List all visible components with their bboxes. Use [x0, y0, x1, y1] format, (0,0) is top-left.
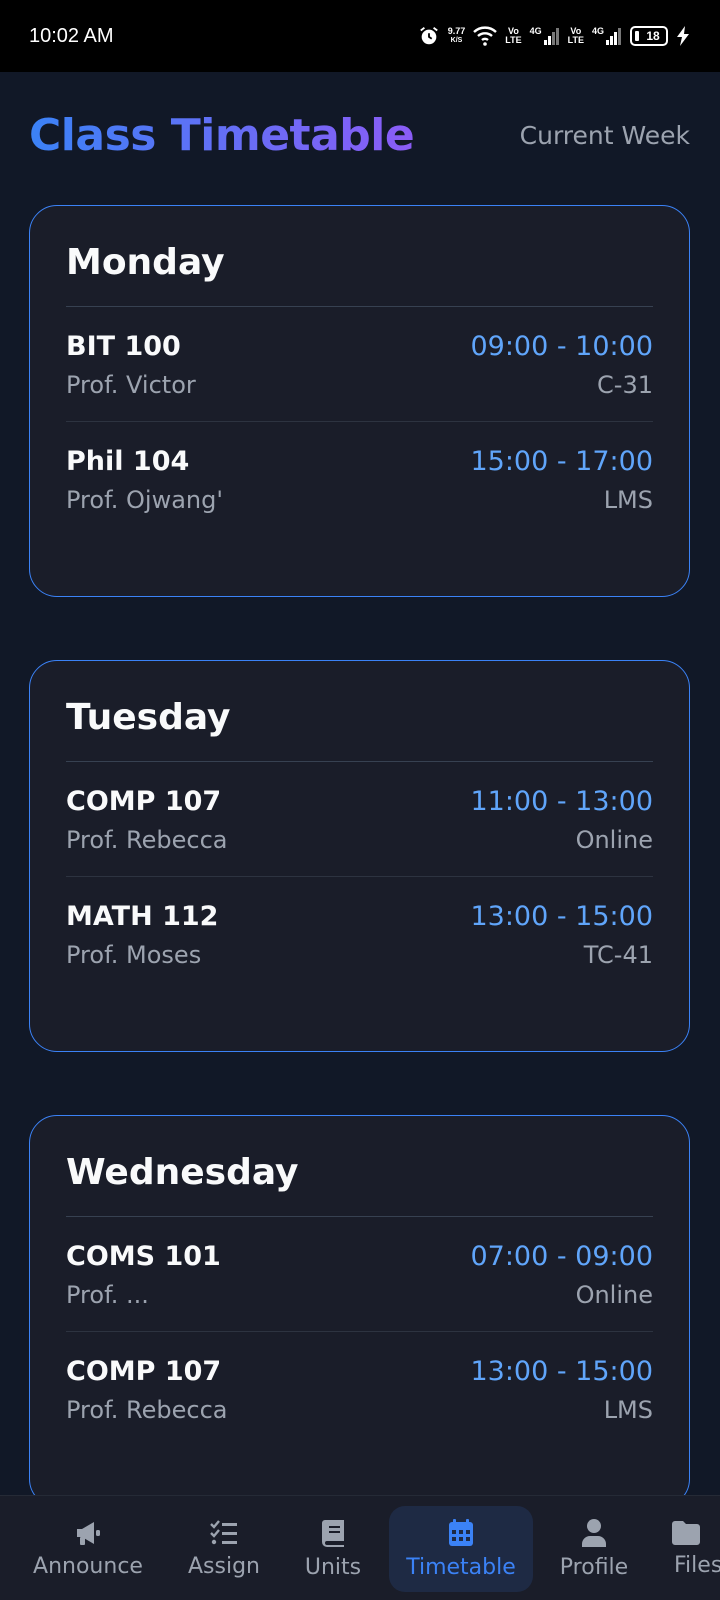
class-room: LMS	[603, 486, 653, 514]
day-card-monday: Monday BIT 100 Prof. Victor 09:00 - 10:0…	[29, 205, 690, 597]
nav-item-timetable[interactable]: Timetable	[389, 1506, 533, 1592]
bottom-nav: Announce Assign Units Timetable Profile …	[0, 1495, 720, 1600]
net-speed: 9.77 K/S	[447, 26, 466, 45]
class-time: 09:00 - 10:00	[470, 331, 653, 362]
professor-name: Prof. Rebecca	[66, 1396, 228, 1424]
volte-indicator-2: Vo LTE	[567, 26, 584, 45]
course-code: MATH 112	[66, 901, 219, 932]
nav-item-files[interactable]: Files	[664, 1506, 720, 1592]
book-icon	[322, 1519, 344, 1547]
professor-name: Prof. Ojwang'	[66, 486, 223, 514]
day-card-wednesday: Wednesday COMS 101 Prof. ... 07:00 - 09:…	[29, 1115, 690, 1507]
class-time: 11:00 - 13:00	[470, 786, 653, 817]
volte-indicator-1: Vo LTE	[505, 26, 522, 45]
class-row[interactable]: COMP 107 Prof. Rebecca 11:00 - 13:00 Onl…	[66, 762, 653, 877]
megaphone-icon	[77, 1521, 100, 1545]
professor-name: Prof. Victor	[66, 371, 196, 399]
week-label[interactable]: Current Week	[520, 121, 690, 150]
class-room: C-31	[597, 371, 653, 399]
day-title: Tuesday	[66, 661, 653, 762]
course-code: BIT 100	[66, 331, 181, 362]
class-time: 15:00 - 17:00	[470, 446, 653, 477]
signal-bars-icon	[543, 28, 559, 45]
course-code: Phil 104	[66, 446, 190, 477]
class-room: LMS	[603, 1396, 653, 1424]
class-room: Online	[575, 1281, 653, 1309]
class-row[interactable]: MATH 112 Prof. Moses 13:00 - 15:00 TC-41	[66, 877, 653, 992]
charging-bolt-icon	[677, 26, 689, 46]
signal-1: 4G	[530, 27, 560, 45]
nav-label: Files	[674, 1552, 720, 1578]
calendar-icon	[449, 1518, 473, 1546]
alarm-icon	[419, 27, 438, 45]
class-time: 13:00 - 15:00	[470, 901, 653, 932]
nav-label: Profile	[559, 1554, 629, 1580]
professor-name: Prof. Rebecca	[66, 826, 228, 854]
course-code: COMP 107	[66, 1356, 222, 1387]
professor-name: Prof. Moses	[66, 941, 202, 969]
class-row[interactable]: COMS 101 Prof. ... 07:00 - 09:00 Online	[66, 1217, 653, 1332]
class-room: TC-41	[583, 941, 653, 969]
nav-item-announce[interactable]: Announce	[20, 1506, 156, 1592]
nav-label: Units	[304, 1554, 362, 1580]
class-room: Online	[575, 826, 653, 854]
professor-name: Prof. ...	[66, 1281, 149, 1309]
status-bar: 10:02 AM 9.77 K/S Vo LTE 4G Vo LTE 4G 18	[0, 0, 720, 72]
status-icons: 9.77 K/S Vo LTE 4G Vo LTE 4G 18	[418, 25, 690, 47]
day-card-tuesday: Tuesday COMP 107 Prof. Rebecca 11:00 - 1…	[29, 660, 690, 1052]
course-code: COMP 107	[66, 786, 222, 817]
course-code: COMS 101	[66, 1241, 221, 1272]
nav-item-profile[interactable]: Profile	[548, 1506, 640, 1592]
day-title: Monday	[66, 206, 653, 307]
nav-item-assign[interactable]: Assign	[176, 1506, 272, 1592]
nav-label: Assign	[188, 1553, 260, 1579]
signal-2: 4G	[592, 27, 622, 45]
class-time: 13:00 - 15:00	[470, 1356, 653, 1387]
class-row[interactable]: BIT 100 Prof. Victor 09:00 - 10:00 C-31	[66, 307, 653, 422]
folder-icon	[672, 1520, 700, 1545]
page-header: Class Timetable Current Week	[29, 100, 690, 170]
class-row[interactable]: Phil 104 Prof. Ojwang' 15:00 - 17:00 LMS	[66, 422, 653, 537]
wifi-icon	[473, 26, 498, 46]
user-icon	[582, 1518, 606, 1547]
battery-icon: 18	[630, 26, 668, 46]
signal-bars-icon	[606, 28, 621, 45]
nav-item-units[interactable]: Units	[288, 1506, 378, 1592]
day-title: Wednesday	[66, 1116, 653, 1217]
checklist-icon	[210, 1519, 237, 1544]
nav-label: Timetable	[406, 1554, 516, 1580]
class-time: 07:00 - 09:00	[470, 1241, 653, 1272]
nav-label: Announce	[33, 1553, 143, 1579]
page-title: Class Timetable	[29, 109, 415, 161]
class-row[interactable]: COMP 107 Prof. Rebecca 13:00 - 15:00 LMS	[66, 1332, 653, 1447]
status-time: 10:02 AM	[29, 24, 114, 47]
